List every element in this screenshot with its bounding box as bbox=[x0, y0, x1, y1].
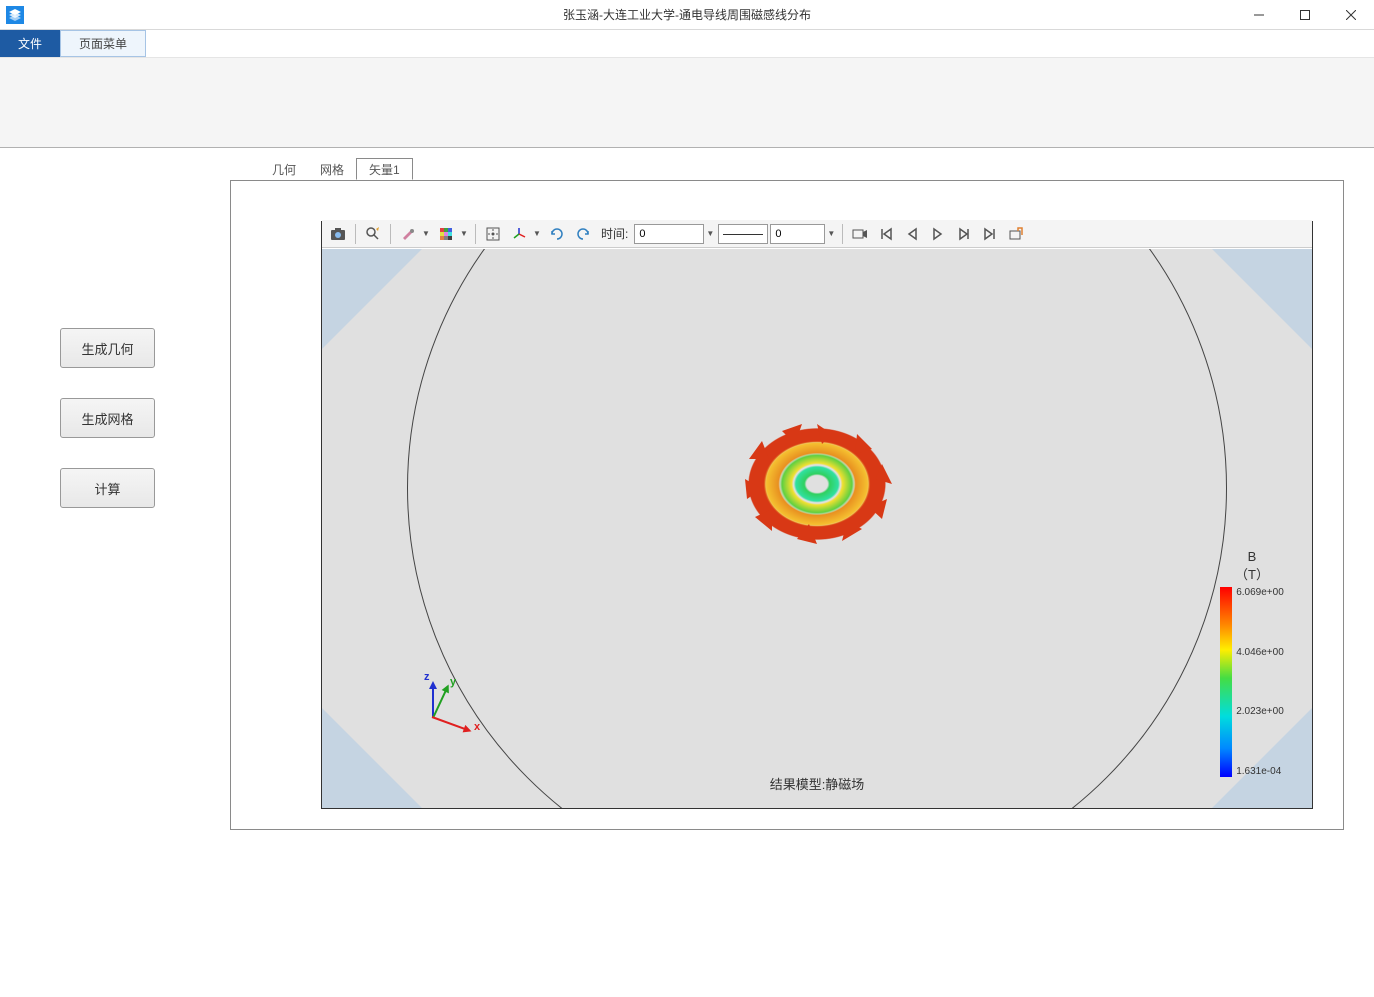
time-range-indicator[interactable] bbox=[718, 224, 768, 244]
legend-ticks: 6.069e+00 4.046e+00 2.023e+00 1.631e-04 bbox=[1232, 587, 1284, 777]
maximize-button[interactable] bbox=[1282, 0, 1328, 30]
play-icon[interactable] bbox=[926, 222, 950, 246]
paint-dropdown-icon[interactable]: ▼ bbox=[422, 229, 432, 238]
result-model-label: 结果模型:静磁场 bbox=[770, 774, 865, 793]
time-label: 时间: bbox=[601, 225, 628, 242]
record-icon[interactable] bbox=[848, 222, 872, 246]
viewport: ▼ ▼ ▼ bbox=[321, 221, 1313, 809]
legend-title-line2: （T） bbox=[1235, 564, 1269, 583]
compute-button[interactable]: 计算 bbox=[60, 468, 155, 508]
minimize-button[interactable] bbox=[1236, 0, 1282, 30]
bg-corner bbox=[322, 249, 422, 349]
camera-snapshot-icon[interactable] bbox=[326, 222, 350, 246]
menubar: 文件 页面菜单 bbox=[0, 30, 1374, 58]
paint-selection-icon[interactable] bbox=[396, 222, 420, 246]
color-dropdown-icon[interactable]: ▼ bbox=[460, 229, 470, 238]
field-vortex bbox=[737, 419, 897, 549]
legend-colorbar bbox=[1220, 587, 1232, 777]
zoom-reset-icon[interactable] bbox=[361, 222, 385, 246]
skip-last-icon[interactable] bbox=[978, 222, 1002, 246]
time-end-dropdown-icon[interactable]: ▼ bbox=[827, 229, 837, 238]
axis-view-icon[interactable] bbox=[507, 222, 531, 246]
color-cube-icon[interactable] bbox=[434, 222, 458, 246]
rotate-ccw-icon[interactable] bbox=[545, 222, 569, 246]
rotate-cw-icon[interactable] bbox=[571, 222, 595, 246]
legend-tick: 2.023e+00 bbox=[1236, 706, 1284, 717]
window-title: 张玉涵-大连工业大学-通电导线周围磁感线分布 bbox=[563, 6, 811, 23]
menu-file[interactable]: 文件 bbox=[0, 30, 60, 57]
content-area: 生成几何 生成网格 计算 几何 网格 矢量1 bbox=[0, 148, 1374, 997]
viewport-container: ▼ ▼ ▼ bbox=[230, 180, 1344, 830]
time-end-input[interactable] bbox=[770, 224, 825, 244]
generate-geometry-button[interactable]: 生成几何 bbox=[60, 328, 155, 368]
legend-tick: 6.069e+00 bbox=[1236, 587, 1284, 598]
step-back-icon[interactable] bbox=[900, 222, 924, 246]
tab-mesh[interactable]: 网格 bbox=[308, 158, 356, 180]
axis-triad: x y z bbox=[412, 668, 482, 738]
tab-vector1[interactable]: 矢量1 bbox=[356, 158, 413, 180]
axis-x-label: x bbox=[474, 721, 480, 733]
skip-first-icon[interactable] bbox=[874, 222, 898, 246]
axis-y-label: y bbox=[450, 676, 456, 688]
time-start-dropdown-icon[interactable]: ▼ bbox=[706, 229, 716, 238]
legend-tick: 4.046e+00 bbox=[1236, 647, 1284, 658]
titlebar: 张玉涵-大连工业大学-通电导线周围磁感线分布 bbox=[0, 0, 1374, 30]
close-button[interactable] bbox=[1328, 0, 1374, 30]
generate-mesh-button[interactable]: 生成网格 bbox=[60, 398, 155, 438]
main-panel: 几何 网格 矢量1 ▼ bbox=[230, 158, 1374, 997]
time-start-input[interactable] bbox=[634, 224, 704, 244]
bg-corner bbox=[322, 708, 422, 808]
left-panel: 生成几何 生成网格 计算 bbox=[0, 158, 230, 997]
export-animation-icon[interactable] bbox=[1004, 222, 1028, 246]
render-area[interactable]: x y z 结果模型:静磁场 B （T） 6.069e+00 bbox=[322, 249, 1312, 808]
tab-geometry[interactable]: 几何 bbox=[260, 158, 308, 180]
bg-corner bbox=[1212, 249, 1312, 349]
color-legend: B （T） 6.069e+00 4.046e+00 2.023e+00 1.63… bbox=[1207, 549, 1297, 777]
window-controls bbox=[1236, 0, 1374, 29]
axis-dropdown-icon[interactable]: ▼ bbox=[533, 229, 543, 238]
view-tabs: 几何 网格 矢量1 bbox=[260, 158, 1344, 180]
step-forward-icon[interactable] bbox=[952, 222, 976, 246]
fit-view-icon[interactable] bbox=[481, 222, 505, 246]
viewport-toolbar: ▼ ▼ ▼ bbox=[322, 220, 1312, 248]
legend-title-line1: B bbox=[1248, 549, 1257, 564]
menu-page[interactable]: 页面菜单 bbox=[60, 30, 146, 57]
ribbon-area bbox=[0, 58, 1374, 148]
app-icon bbox=[0, 0, 30, 30]
legend-tick: 1.631e-04 bbox=[1236, 766, 1284, 777]
axis-z-label: z bbox=[424, 671, 430, 683]
